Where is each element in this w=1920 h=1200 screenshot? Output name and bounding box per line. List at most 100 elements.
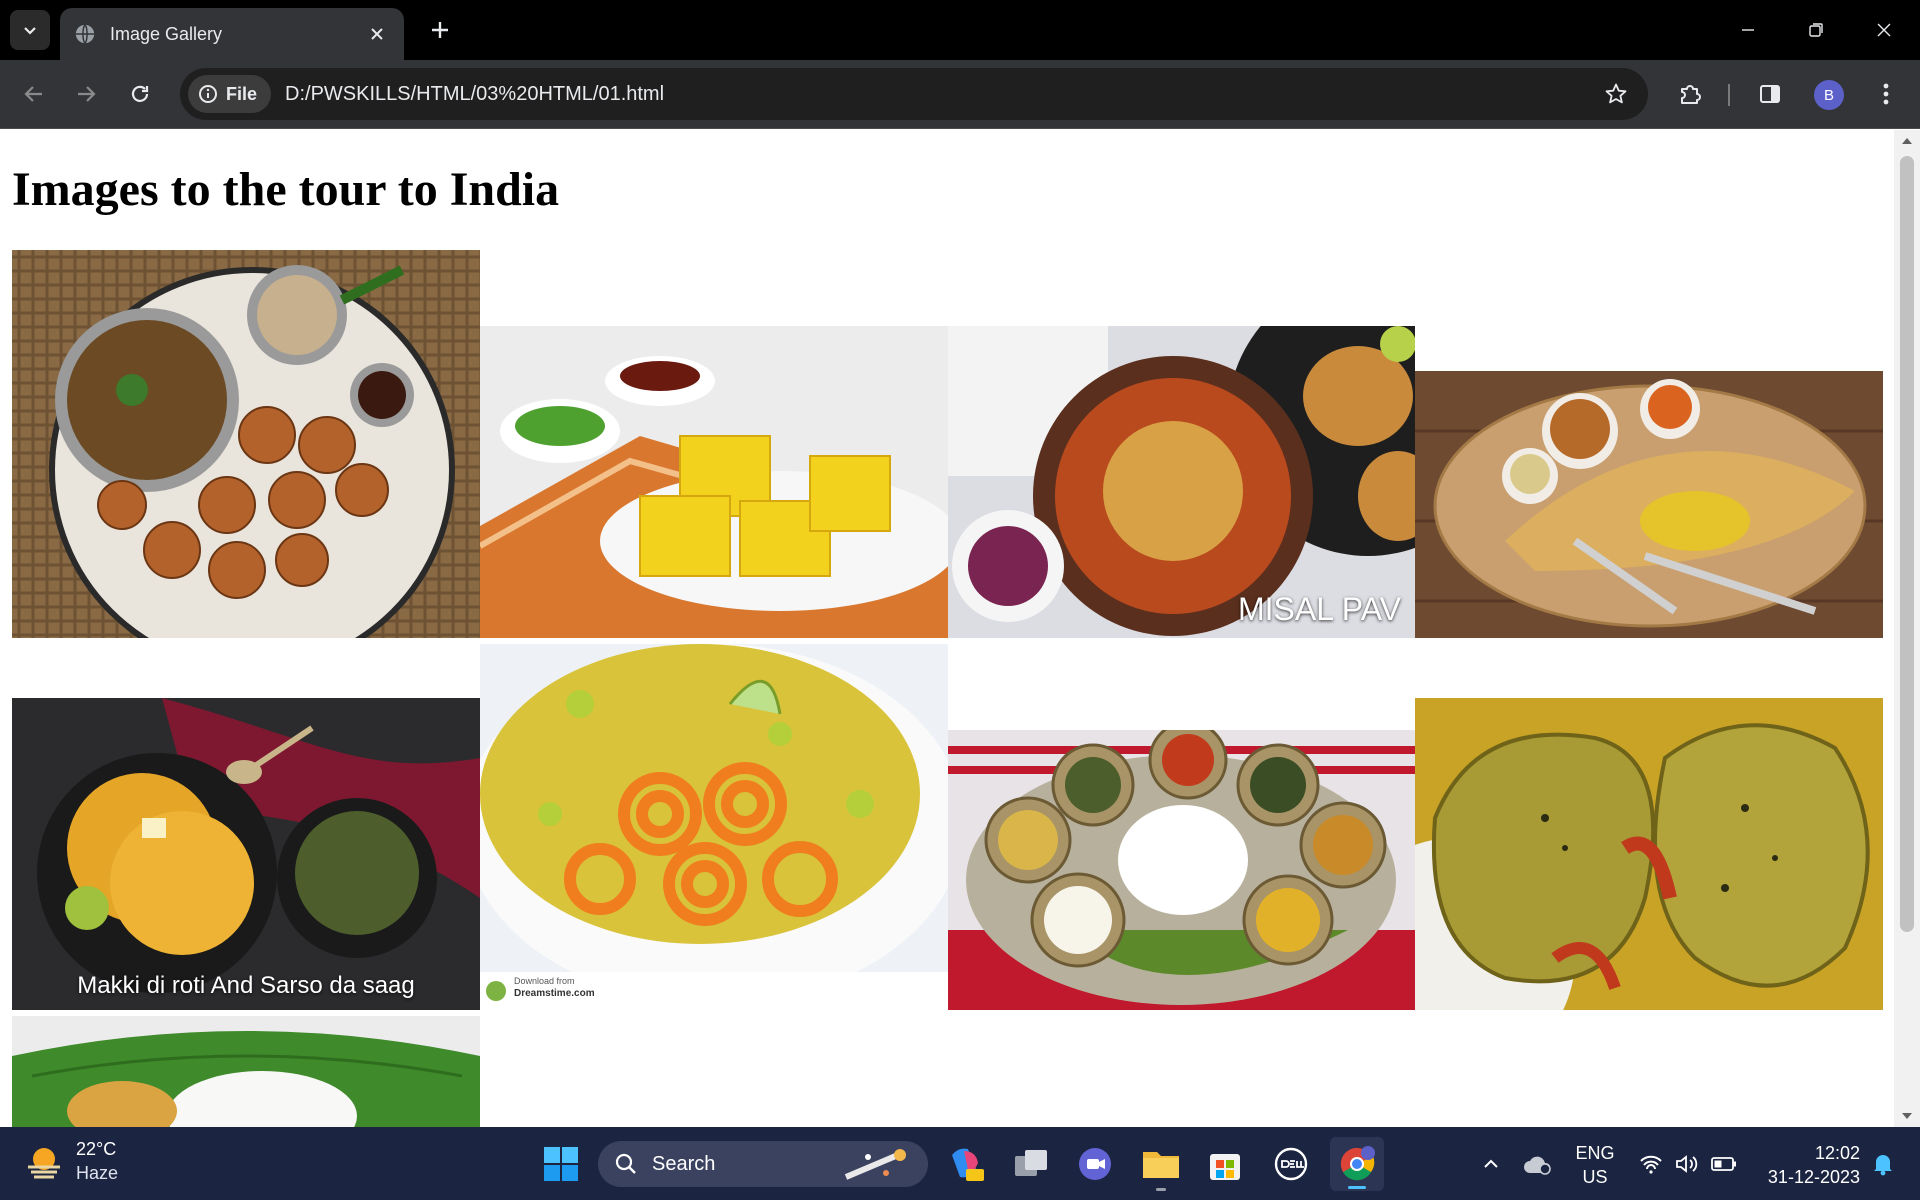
region-code: US — [1582, 1167, 1608, 1187]
caret-down-icon — [1902, 1113, 1912, 1119]
system-clock[interactable]: 12:02 31-12-2023 — [1756, 1141, 1860, 1189]
address-bar[interactable]: File D:/PWSKILLS/HTML/03%20HTML/01.html — [180, 68, 1648, 120]
search-icon — [615, 1153, 636, 1174]
banana-leaf-meal-photo — [12, 1016, 480, 1127]
weather-temperature: 22°C — [76, 1139, 117, 1159]
forward-button[interactable] — [66, 74, 106, 114]
food-image-dhokla — [480, 326, 948, 638]
food-image-dal-baati — [12, 250, 480, 638]
start-button[interactable] — [534, 1137, 588, 1191]
food-image-masala-dosa — [1415, 371, 1883, 638]
copilot-button[interactable] — [938, 1137, 992, 1191]
close-icon — [1877, 23, 1891, 37]
copilot-icon — [952, 1148, 984, 1181]
teams-meet-button[interactable] — [1068, 1137, 1122, 1191]
dhokla-photo — [480, 326, 948, 638]
scroll-up-button[interactable] — [1894, 130, 1920, 150]
running-indicator — [1156, 1188, 1166, 1191]
more-vertical-icon — [1883, 83, 1889, 105]
watermark-line-1: Download from — [514, 976, 575, 986]
fish-curry-photo — [1415, 698, 1883, 1010]
food-image-banana-leaf-meal — [12, 1016, 480, 1127]
language-indicator[interactable]: ENG US — [1574, 1141, 1616, 1189]
tab-image-gallery[interactable]: Image Gallery — [60, 8, 404, 60]
notifications-button[interactable] — [1866, 1127, 1900, 1200]
back-button[interactable] — [14, 74, 54, 114]
star-icon — [1605, 83, 1627, 104]
battery-button[interactable] — [1708, 1127, 1740, 1200]
dal-baati-photo — [12, 250, 480, 638]
chrome-icon — [1340, 1146, 1375, 1181]
side-panel-icon — [1760, 85, 1780, 103]
restore-icon — [1809, 23, 1823, 37]
weather-widget[interactable]: 22°C Haze — [24, 1137, 118, 1185]
reload-button[interactable] — [120, 74, 160, 114]
sun-haze-icon — [28, 1148, 60, 1179]
clock-date: 31-12-2023 — [1767, 1167, 1860, 1187]
close-tab-button[interactable] — [364, 21, 390, 47]
dell-app-button[interactable] — [1264, 1137, 1318, 1191]
store-icon — [1210, 1154, 1240, 1180]
food-image-makki-di-roti: Makki di roti And Sarso da saag — [12, 698, 480, 1010]
food-image-misal-pav: MISAL PAV — [948, 326, 1415, 638]
food-image-thali — [948, 730, 1415, 1010]
tab-title: Image Gallery — [110, 23, 223, 44]
url-text[interactable]: D:/PWSKILLS/HTML/03%20HTML/01.html — [285, 83, 1596, 106]
speaker-icon — [1676, 1154, 1698, 1173]
close-icon — [371, 28, 383, 40]
globe-icon — [75, 24, 95, 44]
dell-logo-icon — [1274, 1147, 1308, 1181]
page-viewport: Images to the tour to India MISAL PAV Ma… — [0, 130, 1920, 1127]
makki-di-roti-photo — [12, 698, 480, 1010]
microsoft-store-button[interactable] — [1198, 1137, 1252, 1191]
arrow-left-icon — [24, 86, 42, 102]
makki-di-roti-caption: Makki di roti And Sarso da saag — [77, 972, 415, 999]
bookmark-button[interactable] — [1596, 74, 1636, 114]
close-window-button[interactable] — [1850, 0, 1918, 60]
profile-avatar[interactable]: B — [1814, 80, 1844, 110]
video-chat-icon — [1079, 1148, 1111, 1180]
browser-titlebar: Image Gallery — [0, 0, 1920, 60]
weather-condition: Haze — [76, 1163, 119, 1183]
food-image-fish-curry — [1415, 698, 1883, 1010]
browser-toolbar: File D:/PWSKILLS/HTML/03%20HTML/01.html … — [0, 60, 1920, 129]
show-hidden-icons-button[interactable] — [1474, 1127, 1508, 1200]
onedrive-button[interactable] — [1518, 1127, 1558, 1200]
site-info-label: File — [226, 83, 258, 104]
tab-search-button[interactable] — [10, 10, 50, 50]
caret-up-icon — [1902, 138, 1912, 144]
battery-icon — [1711, 1156, 1736, 1171]
reload-icon — [131, 85, 149, 102]
page-heading: Images to the tour to India — [12, 163, 560, 216]
arrow-right-icon — [78, 86, 96, 102]
browser-menu-button[interactable] — [1866, 74, 1906, 114]
thali-photo — [948, 730, 1415, 1010]
volume-button[interactable] — [1672, 1127, 1702, 1200]
scroll-down-button[interactable] — [1894, 1107, 1920, 1127]
taskbar-search[interactable]: Search — [598, 1141, 928, 1187]
task-view-icon — [1015, 1150, 1047, 1176]
chevron-down-icon — [24, 27, 36, 35]
toolbar-divider — [1728, 84, 1730, 106]
file-explorer-button[interactable] — [1134, 1137, 1188, 1191]
task-view-button[interactable] — [1004, 1137, 1058, 1191]
plus-icon — [432, 22, 448, 38]
restore-button[interactable] — [1782, 0, 1850, 60]
wifi-button[interactable] — [1636, 1127, 1666, 1200]
windows-taskbar: 22°C Haze Search ENG US 12:02 31-12-2023 — [0, 1127, 1920, 1200]
windows-logo-icon — [544, 1147, 578, 1181]
chrome-button[interactable] — [1330, 1137, 1384, 1191]
watermark-line-2: Dreamstime.com — [514, 988, 595, 999]
search-label: Search — [652, 1152, 716, 1175]
extensions-button[interactable] — [1670, 74, 1710, 114]
minimize-button[interactable] — [1714, 0, 1782, 60]
cloud-icon — [1524, 1156, 1551, 1175]
side-panel-button[interactable] — [1750, 74, 1790, 114]
page-scrollbar[interactable] — [1894, 130, 1920, 1127]
masala-dosa-photo — [1415, 371, 1883, 638]
scroll-thumb[interactable] — [1900, 156, 1914, 932]
active-indicator — [1348, 1186, 1366, 1189]
wifi-icon — [1640, 1155, 1662, 1174]
site-info-chip[interactable]: File — [188, 75, 272, 113]
new-tab-button[interactable] — [422, 12, 458, 48]
